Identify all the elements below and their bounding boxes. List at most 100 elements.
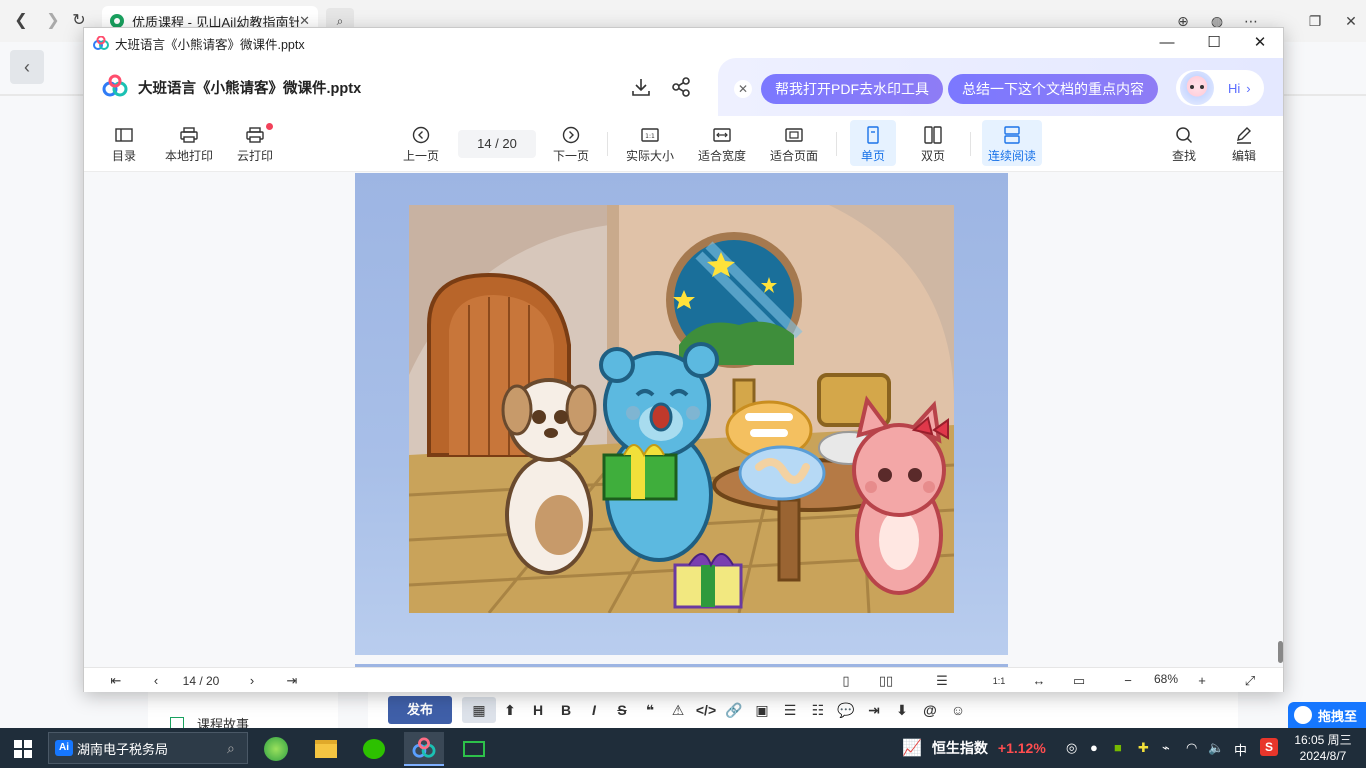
prev-page-label: 上一页 [402,149,439,163]
stock-name: 恒生指数 [931,740,988,756]
publish-button[interactable]: 发布 [388,696,452,724]
editor-tool-bold[interactable]: B [552,702,580,718]
page-back-button[interactable]: ‹ [10,50,44,84]
editor-tool-ul[interactable]: ☰ [776,702,804,719]
browser-close-icon[interactable]: ✕ [1340,10,1362,32]
tray-volume-icon[interactable]: 🔈 [1208,740,1224,756]
ai-hi-button[interactable]: Hi › [1176,70,1264,106]
file-explorer-icon[interactable] [306,732,346,766]
tray-wifi-icon[interactable]: ◠ [1186,740,1197,756]
editor-tool-strike[interactable]: S [608,702,636,718]
first-page-icon[interactable]: ⇤ [106,672,126,690]
editor-tool-warning[interactable]: ⚠ [664,702,692,719]
taskbar-search-box[interactable]: Ai 湖南电子税务局 ⌕ [48,732,248,764]
local-print-button[interactable]: 本地打印 [162,126,216,166]
chevron-right-icon: › [1246,80,1251,96]
toolbar-divider [607,132,608,156]
clock-date: 2024/8/7 [1299,749,1347,763]
minimize-button[interactable]: — [1144,28,1190,58]
float-drag-badge[interactable]: 拖拽至 [1288,702,1366,728]
windows-start-icon[interactable] [14,740,32,758]
cloud-print-label: 云打印 [236,149,273,163]
ai-chip-summarize[interactable]: 总结一下这个文档的重点内容 [948,74,1158,104]
tray-plus-icon[interactable]: ✚ [1138,740,1149,756]
tray-netdisk-icon[interactable]: ◎ [1066,740,1077,756]
status-fit-page-icon[interactable]: ▭ [1069,672,1089,690]
status-double-page-icon[interactable]: ▯▯ [876,672,896,690]
edit-button[interactable]: 编辑 [1224,126,1264,166]
toc-button[interactable]: 目录 [104,126,144,166]
close-window-button[interactable]: ✕ [1237,28,1283,58]
page-indicator-input[interactable]: 14 / 20 [458,130,536,158]
editor-tool-heading[interactable]: H [524,702,552,718]
ai-search-icon: Ai [55,740,73,756]
zoom-in-icon[interactable]: + [1192,672,1212,690]
editor-tool-indent[interactable]: ⇥ [860,702,888,719]
fit-page-icon [785,128,803,142]
status-continuous-icon[interactable]: ☰ [932,672,952,690]
fit-page-button[interactable]: 适合页面 [766,126,822,166]
status-fit-width-icon[interactable]: ↔ [1029,672,1049,690]
editor-tool-link[interactable]: 🔗 [720,702,748,719]
fullscreen-icon[interactable]: ⤢ [1240,672,1260,690]
next-page-icon[interactable]: › [242,672,262,690]
tray-usb-icon[interactable]: ⌁ [1162,740,1170,756]
editor-tool-italic[interactable]: I [580,702,608,718]
continuous-read-button[interactable]: 连续阅读 [982,120,1042,166]
double-page-label: 双页 [920,149,945,163]
editor-tool-image[interactable]: ▣ [748,702,776,719]
editor-tool-download[interactable]: ⬇ [888,702,916,719]
editor-tool-quote[interactable]: ❝ [636,702,664,719]
ai-assistant-bar: ✕ 帮我打开PDF去水印工具 总结一下这个文档的重点内容 Hi › [718,58,1283,116]
editor-tool-mention[interactable]: @ [916,702,944,718]
zoom-level[interactable]: 68% [1154,672,1178,686]
document-viewer[interactable] [84,173,1283,667]
ai-hi-label: Hi [1228,80,1241,96]
tray-nvidia-icon[interactable]: ■ [1114,740,1122,755]
next-page-button[interactable]: 下一页 [550,126,592,166]
status-actual-size-icon[interactable]: 1:1 [989,672,1009,690]
stock-ticker[interactable]: 📈 恒生指数 +1.12% [902,738,1046,758]
image-tool-icon[interactable]: ▦ [462,697,496,723]
netdisk-logo-icon [412,737,436,758]
stock-chart-icon: 📈 [902,740,922,757]
ime-indicator[interactable]: 中 [1234,740,1247,759]
prev-page-button[interactable]: 上一页 [400,126,442,166]
editor-tool-code[interactable]: </> [692,702,720,718]
browser-forward-icon[interactable]: ❯ [42,10,64,32]
editor-tool-comment[interactable]: 💬 [832,702,860,719]
cloud-print-button[interactable]: 云打印 [234,126,276,166]
screen-app-icon[interactable] [454,732,494,766]
baidu-netdisk-taskbar-icon[interactable] [404,732,444,766]
wechat-icon[interactable] [354,732,394,766]
last-page-icon[interactable]: ⇥ [282,672,302,690]
browser-restore-icon[interactable]: ❐ [1304,10,1326,32]
double-page-button[interactable]: 双页 [912,126,954,166]
find-label: 查找 [1171,149,1196,163]
toc-label: 目录 [111,149,136,163]
status-single-page-icon[interactable]: ▯ [836,672,856,690]
taskbar-clock[interactable]: 16:05 周三 2024/8/7 [1292,732,1354,764]
share-icon[interactable] [670,76,692,98]
zoom-out-icon[interactable]: − [1118,672,1138,690]
browser-back-icon[interactable]: ❮ [10,10,32,32]
maximize-button[interactable]: ☐ [1191,28,1237,58]
prev-page-icon[interactable]: ‹ [146,672,166,690]
actual-size-button[interactable]: 1:1 实际大小 [622,126,678,166]
find-button[interactable]: 查找 [1164,126,1204,166]
ai-chip-remove-watermark[interactable]: 帮我打开PDF去水印工具 [761,74,943,104]
tray-wechat-icon[interactable]: ● [1090,740,1098,755]
fit-width-button[interactable]: 适合宽度 [694,126,750,166]
ai-bar-close-icon[interactable]: ✕ [734,80,752,98]
download-icon[interactable] [630,76,652,98]
status-page-indicator[interactable]: 14 / 20 [176,672,226,690]
single-page-button[interactable]: 单页 [850,120,896,166]
editor-tool-upload[interactable]: ⬆ [496,702,524,719]
sogou-ime-icon[interactable]: S [1260,738,1278,756]
editor-tool-emoji[interactable]: ☺ [944,702,972,718]
vertical-scrollbar[interactable] [1278,641,1283,663]
arrow-right-circle-icon [562,126,580,144]
editor-tool-ol[interactable]: ☷ [804,702,832,719]
edge-browser-icon[interactable] [256,732,296,766]
svg-text:1:1: 1:1 [645,133,655,140]
